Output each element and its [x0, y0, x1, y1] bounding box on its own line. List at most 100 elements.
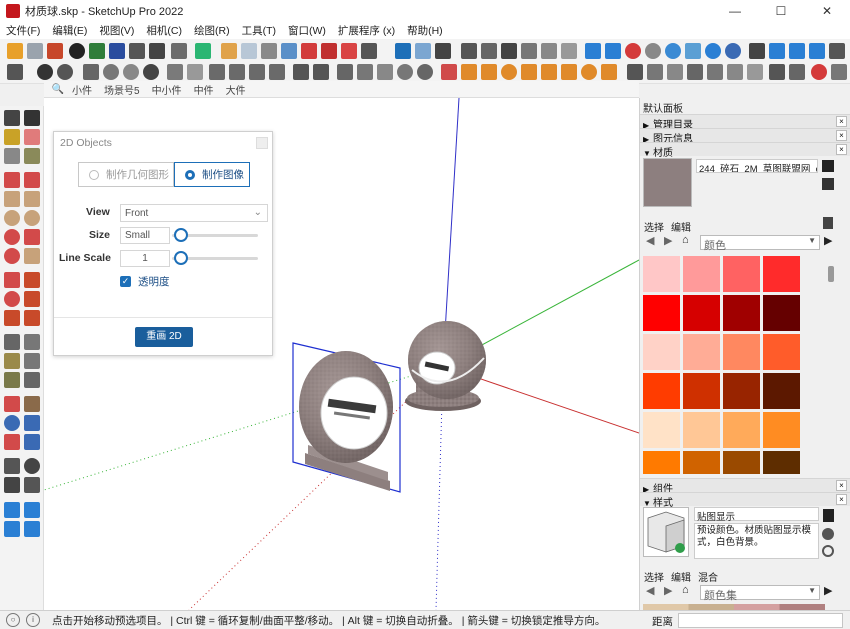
- style-description[interactable]: 预设颜色。材质贴图显示模式，白色背景。: [694, 523, 819, 559]
- material-collection-select[interactable]: 颜色 ▼: [700, 235, 820, 252]
- cube-icon[interactable]: [241, 43, 257, 59]
- section-entity-info[interactable]: ▶ 图元信息 ×: [640, 128, 850, 145]
- tab-style-select[interactable]: 选择: [644, 569, 664, 584]
- plane-icon[interactable]: [747, 64, 763, 80]
- previous-view-icon[interactable]: [24, 434, 40, 450]
- tab-style-mix[interactable]: 混合: [698, 569, 718, 584]
- forward-icon[interactable]: ▶: [664, 584, 672, 597]
- pencil-icon[interactable]: [24, 148, 40, 164]
- texture-icon[interactable]: [667, 64, 683, 80]
- color-swatch[interactable]: [763, 451, 800, 474]
- create-material-icon[interactable]: [822, 178, 834, 190]
- transparency-checkbox[interactable]: ✓: [120, 276, 131, 287]
- house-outline-icon[interactable]: [541, 43, 557, 59]
- mirror-icon[interactable]: [337, 64, 353, 80]
- home-icon[interactable]: [501, 43, 517, 59]
- front-view-icon[interactable]: [377, 64, 393, 80]
- gear-icon[interactable]: [171, 43, 187, 59]
- sandbox-icon[interactable]: [4, 502, 20, 518]
- select-tool-icon[interactable]: [4, 110, 20, 126]
- forward-icon[interactable]: ▶: [664, 234, 672, 247]
- wave-icon[interactable]: [769, 43, 785, 59]
- material-name-field[interactable]: 244_碎石_2M_草图联盟网_cnwh: [696, 159, 818, 173]
- style-create-icon[interactable]: [822, 528, 834, 540]
- warehouse-icon[interactable]: [461, 43, 477, 59]
- grid-3-icon[interactable]: [789, 64, 805, 80]
- menu-window[interactable]: 窗口(W): [282, 23, 332, 38]
- make-geometry-option[interactable]: 制作几何图形: [78, 162, 174, 187]
- more-icon[interactable]: [829, 43, 845, 59]
- settings-icon[interactable]: [705, 43, 721, 59]
- play-icon[interactable]: [585, 43, 601, 59]
- color-swatch[interactable]: [643, 256, 680, 292]
- window-icon[interactable]: [209, 64, 225, 80]
- line-scale-field[interactable]: 1: [120, 250, 170, 267]
- orbit-icon[interactable]: [103, 64, 119, 80]
- section-materials[interactable]: ▼ 材质 ×: [640, 142, 850, 159]
- add-icon[interactable]: [69, 43, 85, 59]
- tab-scene-small[interactable]: 小件: [66, 82, 98, 97]
- material-ball-3d[interactable]: [405, 321, 486, 411]
- color-swatch[interactable]: [683, 295, 720, 331]
- text-tool-icon[interactable]: [481, 64, 497, 80]
- arc-2-icon[interactable]: [24, 229, 40, 245]
- rotated-rect-icon[interactable]: [24, 191, 40, 207]
- box-view-icon[interactable]: [647, 64, 663, 80]
- grass-icon[interactable]: [687, 64, 703, 80]
- menu-tools[interactable]: 工具(T): [236, 23, 282, 38]
- tape-measure-icon[interactable]: [4, 334, 20, 350]
- stack-icon[interactable]: [281, 43, 297, 59]
- redraw-2d-button[interactable]: 重画 2D: [135, 327, 193, 347]
- scale-icon[interactable]: [727, 64, 743, 80]
- close-icon[interactable]: ×: [836, 144, 847, 155]
- info-icon[interactable]: i: [26, 613, 40, 627]
- menu-help[interactable]: 帮助(H): [401, 23, 449, 38]
- menu-camera[interactable]: 相机(C): [140, 23, 188, 38]
- color-swatch[interactable]: [723, 334, 760, 370]
- stamp-icon[interactable]: [24, 521, 40, 537]
- dots-icon[interactable]: [831, 64, 847, 80]
- section-plane-icon[interactable]: [24, 477, 40, 493]
- cross-icon[interactable]: [435, 43, 451, 59]
- smoove-icon[interactable]: [4, 521, 20, 537]
- eraser-tool-icon[interactable]: [24, 129, 40, 145]
- film-icon[interactable]: [341, 43, 357, 59]
- move-icon[interactable]: [4, 272, 20, 288]
- help-icon[interactable]: [725, 43, 741, 59]
- freehand-icon[interactable]: [24, 172, 40, 188]
- back-icon[interactable]: ◀: [646, 584, 654, 597]
- home-icon[interactable]: ⌂: [682, 234, 689, 246]
- section-components[interactable]: ▶ 组件 ×: [640, 478, 850, 495]
- grid-sphere-icon[interactable]: [397, 64, 413, 80]
- protractor-icon[interactable]: [4, 353, 20, 369]
- color-swatch[interactable]: [683, 334, 720, 370]
- refresh-tool-icon[interactable]: [143, 64, 159, 80]
- home-icon[interactable]: ⌂: [682, 584, 689, 596]
- iso-icon[interactable]: [357, 64, 373, 80]
- tab-scene-5[interactable]: 场景号5: [98, 82, 146, 97]
- back-icon[interactable]: ◀: [646, 234, 654, 247]
- polygon-icon[interactable]: [24, 210, 40, 226]
- close-button[interactable]: ✕: [804, 0, 850, 22]
- house-icon[interactable]: [521, 43, 537, 59]
- settings-red-icon[interactable]: [811, 64, 827, 80]
- scale-tool-icon[interactable]: [4, 310, 20, 326]
- teapot-icon[interactable]: [83, 64, 99, 80]
- select-icon[interactable]: [7, 64, 23, 80]
- zoom-icon[interactable]: [4, 415, 20, 431]
- material-options-icon[interactable]: [822, 160, 834, 172]
- menu-draw[interactable]: 绘图(R): [188, 23, 236, 38]
- sphere-icon[interactable]: [123, 64, 139, 80]
- color-swatch[interactable]: [763, 256, 800, 292]
- view-select[interactable]: Front ⌄: [120, 204, 268, 222]
- color-swatch[interactable]: [683, 412, 720, 448]
- box-icon[interactable]: [221, 43, 237, 59]
- model-icon[interactable]: [109, 43, 125, 59]
- stop-icon[interactable]: [645, 43, 661, 59]
- cloud-icon[interactable]: [809, 43, 825, 59]
- leaf-icon[interactable]: [707, 64, 723, 80]
- push-pull-icon[interactable]: [24, 272, 40, 288]
- ball-icon[interactable]: [417, 64, 433, 80]
- zoom-window-icon[interactable]: [24, 415, 40, 431]
- rotate-tool-icon[interactable]: [4, 291, 20, 307]
